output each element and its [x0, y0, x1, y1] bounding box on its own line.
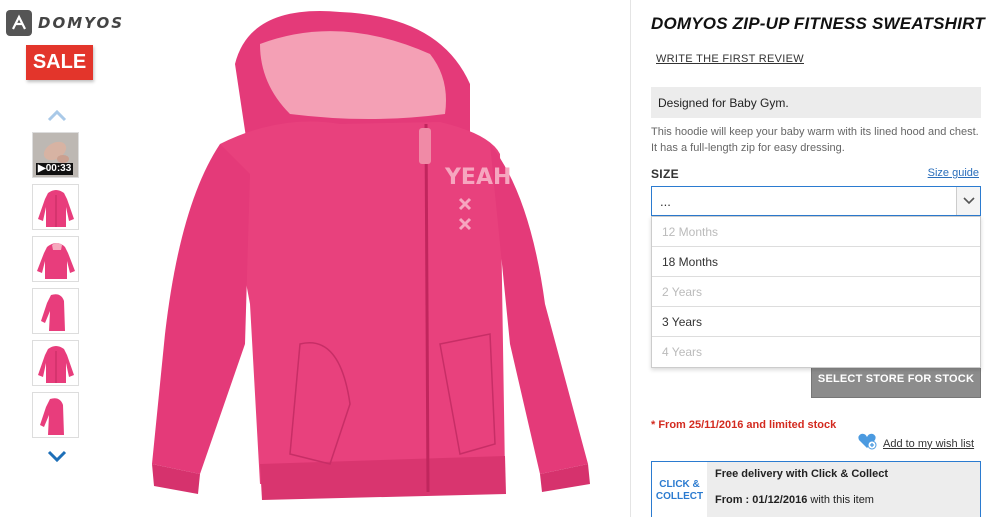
- click-collect-box: CLICK & COLLECT Free delivery with Click…: [651, 461, 981, 517]
- size-options-list: 12 Months 18 Months 2 Years 3 Years 4 Ye…: [651, 216, 981, 368]
- thumbnail-side-front[interactable]: [32, 236, 79, 282]
- product-title: DOMYOS ZIP-UP FITNESS SWEATSHIRT: [651, 14, 985, 33]
- product-main-image[interactable]: YEAH: [140, 4, 600, 514]
- collect-date-suffix: with this item: [807, 494, 874, 506]
- size-label: SIZE: [651, 167, 679, 181]
- video-duration: ▶00:33: [36, 163, 74, 175]
- size-option[interactable]: 3 Years: [652, 307, 980, 337]
- stock-note: * From 25/11/2016 and limited stock: [651, 419, 837, 431]
- product-details-panel: DOMYOS ZIP-UP FITNESS SWEATSHIRT WRITE T…: [630, 0, 999, 517]
- hoodie-print-text: YEAH: [444, 165, 511, 190]
- click-collect-info: Free delivery with Click & Collect From …: [707, 462, 980, 517]
- collect-date: From : 01/12/2016 with this item: [715, 494, 972, 506]
- collect-date-label: From : 01/12/2016: [715, 494, 808, 506]
- thumbnail-front-2[interactable]: [32, 340, 79, 386]
- product-description: This hoodie will keep your baby warm wit…: [651, 126, 979, 154]
- delivery-text: Free delivery with Click & Collect: [715, 468, 889, 480]
- brand-logo[interactable]: DOMYOS: [6, 10, 124, 36]
- click-collect-badge-line2: COLLECT: [655, 491, 704, 502]
- size-option[interactable]: 18 Months: [652, 247, 980, 277]
- thumbnail-front[interactable]: [32, 184, 79, 230]
- size-guide-link[interactable]: Size guide: [928, 167, 979, 179]
- chevron-down-icon[interactable]: [956, 187, 980, 215]
- heart-icon: [857, 432, 877, 455]
- size-option: 12 Months: [652, 217, 980, 247]
- thumbnail-side[interactable]: [32, 288, 79, 334]
- size-select-value: ...: [660, 193, 671, 209]
- sale-badge: SALE: [26, 45, 93, 80]
- size-option: 4 Years: [662, 345, 703, 359]
- click-collect-badge: CLICK & COLLECT: [652, 462, 707, 517]
- click-collect-badge-line1: CLICK &: [659, 479, 700, 490]
- thumbnail-video[interactable]: ▶00:33: [32, 132, 79, 178]
- logo-text: DOMYOS: [38, 14, 125, 32]
- chevron-up-icon[interactable]: [46, 108, 68, 124]
- write-review-link[interactable]: WRITE THE FIRST REVIEW: [656, 53, 804, 65]
- wishlist-link[interactable]: Add to my wish list: [857, 432, 974, 455]
- wishlist-label: Add to my wish list: [883, 437, 975, 450]
- size-select[interactable]: ...: [651, 186, 981, 216]
- domyos-logo-icon: [6, 10, 32, 36]
- thumbnail-side-2[interactable]: [32, 392, 79, 438]
- size-option: 2 Years: [652, 277, 980, 307]
- product-tagline: Designed for Baby Gym.: [651, 87, 981, 118]
- chevron-down-icon[interactable]: [46, 448, 68, 464]
